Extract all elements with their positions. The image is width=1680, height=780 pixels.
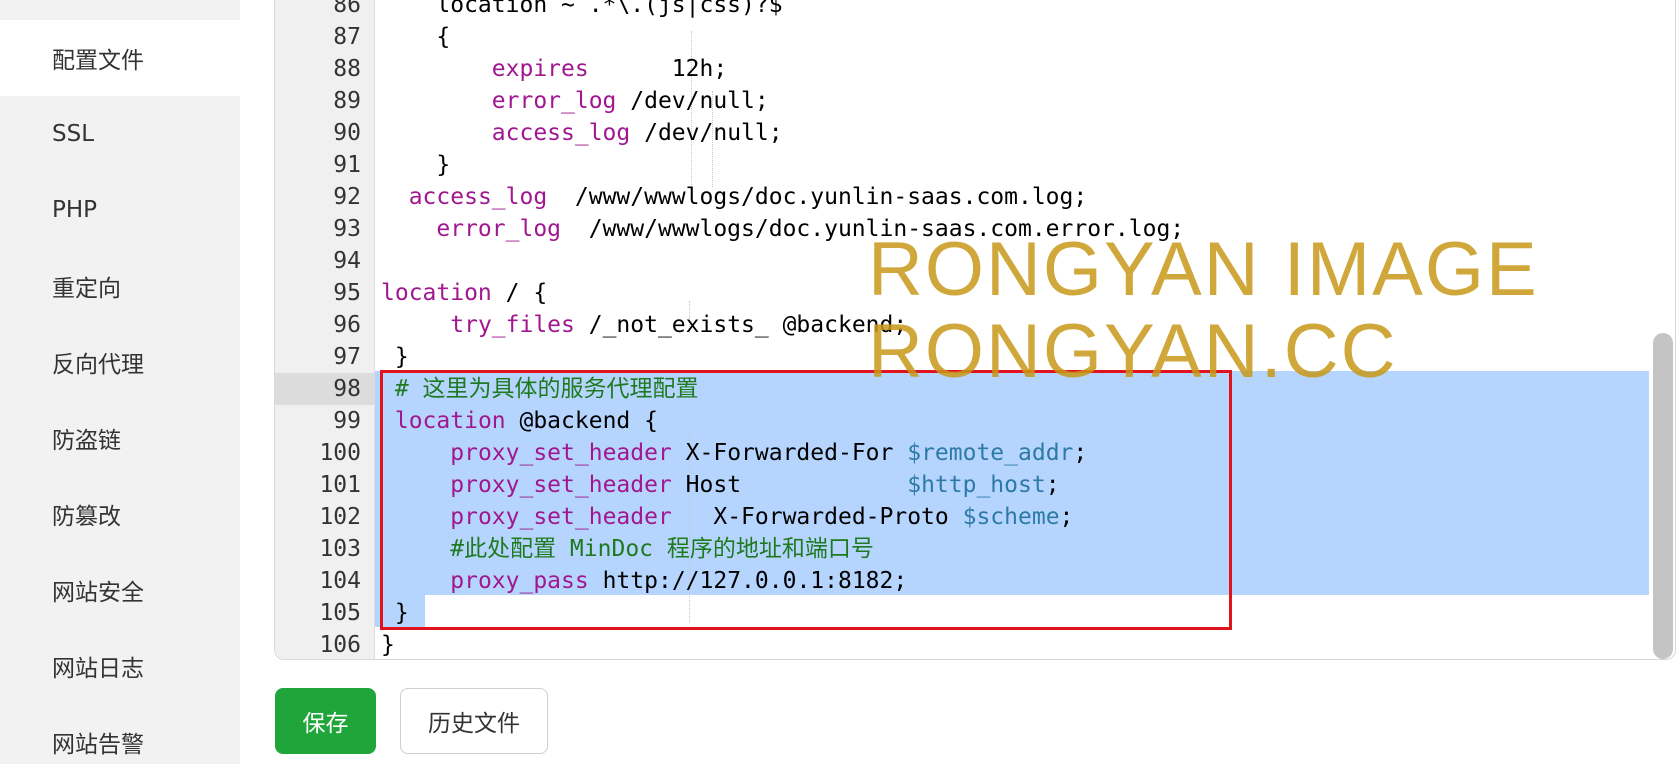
code-text: proxy_set_header X-Forwarded-For $remote…: [450, 440, 1088, 466]
sidebar-item-label: SSL: [52, 121, 95, 147]
sidebar-item-label: 反向代理: [52, 352, 144, 378]
line-number: 103: [319, 536, 361, 562]
sidebar-item-site-alerts[interactable]: 网站告警: [0, 704, 240, 780]
code-text: {: [381, 24, 451, 50]
line-number: 94: [333, 248, 361, 274]
code-text: error_log /www/wwwlogs/doc.yunlin-saas.c…: [436, 216, 1185, 242]
code-line[interactable]: 87 {: [275, 21, 1675, 53]
code-line[interactable]: 97 }: [275, 341, 1675, 373]
line-number: 98: [275, 373, 374, 405]
line-number: 88: [333, 56, 361, 82]
sidebar-item-label: 网站日志: [52, 656, 144, 682]
code-line[interactable]: 104 proxy_pass http://127.0.0.1:8182;: [275, 565, 1675, 597]
code-line[interactable]: 100 proxy_set_header X-Forwarded-For $re…: [275, 437, 1675, 469]
code-text: location ~ .*\.(js|css)?$: [381, 0, 783, 18]
code-text: proxy_pass http://127.0.0.1:8182;: [450, 568, 908, 594]
line-number: 91: [333, 152, 361, 178]
code-text: }: [381, 632, 395, 658]
line-number: 86: [333, 0, 361, 18]
line-number: 87: [333, 24, 361, 50]
code-text: # 这里为具体的服务代理配置: [381, 376, 699, 402]
line-number: 105: [319, 600, 361, 626]
code-line[interactable]: 98 # 这里为具体的服务代理配置: [275, 373, 1675, 405]
line-number: 92: [333, 184, 361, 210]
sidebar-item-site-logs[interactable]: 网站日志: [0, 628, 240, 704]
vertical-scrollbar[interactable]: [1653, 333, 1673, 659]
line-number: 102: [319, 504, 361, 530]
code-line[interactable]: 89 error_log /dev/null;: [275, 85, 1675, 117]
code-text: #此处配置 MinDoc 程序的地址和端口号: [381, 536, 874, 562]
sidebar-item-label: 防篡改: [52, 504, 121, 530]
code-line[interactable]: 105 }: [275, 597, 1675, 629]
sidebar-item-redirect[interactable]: 重定向: [0, 248, 240, 324]
line-number: 101: [319, 472, 361, 498]
code-line[interactable]: 91 }: [275, 149, 1675, 181]
line-number: 89: [333, 88, 361, 114]
line-number: 95: [333, 280, 361, 306]
sidebar-item-tamper-protection[interactable]: 防篡改: [0, 476, 240, 552]
line-number: 90: [333, 120, 361, 146]
code-text: }: [381, 344, 409, 370]
code-text: }: [381, 152, 451, 178]
code-text: proxy_set_header Host $http_host;: [450, 472, 1060, 498]
save-button[interactable]: 保存: [275, 688, 376, 754]
code-editor[interactable]: 86 location ~ .*\.(js|css)?$ 87 {88 expir…: [274, 0, 1676, 660]
code-line[interactable]: 99 location @backend {: [275, 405, 1675, 437]
line-number: 97: [333, 344, 361, 370]
line-number: 104: [319, 568, 361, 594]
sidebar-item-label: 防盗链: [52, 428, 121, 454]
sidebar-item-php[interactable]: PHP: [0, 172, 240, 248]
sidebar-item-config-file[interactable]: 配置文件: [0, 20, 240, 96]
code-line[interactable]: 94: [275, 245, 1675, 277]
sidebar-item-site-security[interactable]: 网站安全: [0, 552, 240, 628]
sidebar-item-reverse-proxy[interactable]: 反向代理: [0, 324, 240, 400]
code-text: location @backend {: [394, 408, 658, 434]
sidebar-item-label: PHP: [52, 197, 98, 223]
line-number: 106: [319, 632, 361, 658]
line-number: 100: [319, 440, 361, 466]
sidebar-item-label: 网站安全: [52, 580, 144, 606]
code-line[interactable]: 96 try_files /_not_exists_ @backend;: [275, 309, 1675, 341]
sidebar-item-hotlink-protection[interactable]: 防盗链: [0, 400, 240, 476]
sidebar-item-label: 重定向: [52, 276, 121, 302]
history-files-button[interactable]: 历史文件: [400, 688, 548, 754]
line-number: 96: [333, 312, 361, 338]
sidebar-item-ssl[interactable]: SSL: [0, 96, 240, 172]
code-text: }: [381, 600, 409, 626]
code-line[interactable]: 92 access_log /www/wwwlogs/doc.yunlin-sa…: [275, 181, 1675, 213]
code-line[interactable]: 102 proxy_set_header X-Forwarded-Proto $…: [275, 501, 1675, 533]
line-number: 93: [333, 216, 361, 242]
code-text: proxy_set_header X-Forwarded-Proto $sche…: [450, 504, 1074, 530]
code-line[interactable]: 86 location ~ .*\.(js|css)?$: [275, 0, 1675, 21]
code-line[interactable]: 88 expires 12h;: [275, 53, 1675, 85]
code-line[interactable]: 106}: [275, 629, 1675, 659]
code-line[interactable]: 101 proxy_set_header Host $http_host;: [275, 469, 1675, 501]
code-line[interactable]: 90 access_log /dev/null;: [275, 117, 1675, 149]
code-text: expires 12h;: [491, 56, 728, 82]
code-line[interactable]: 93 error_log /www/wwwlogs/doc.yunlin-saa…: [275, 213, 1675, 245]
code-line[interactable]: 95 location / {: [275, 277, 1675, 309]
sidebar-item-label: 网站告警: [52, 732, 144, 758]
sidebar: 配置文件 SSL PHP 重定向 反向代理 防盗链 防篡改 网站安全 网站日志 …: [0, 0, 240, 764]
code-text: access_log /www/wwwlogs/doc.yunlin-saas.…: [408, 184, 1088, 210]
code-text: location / {: [381, 280, 548, 306]
code-line[interactable]: 103 #此处配置 MinDoc 程序的地址和端口号: [275, 533, 1675, 565]
sidebar-item-label: 配置文件: [52, 48, 144, 74]
code-text: try_files /_not_exists_ @backend;: [450, 312, 908, 338]
code-text: error_log /dev/null;: [491, 88, 769, 114]
code-text: access_log /dev/null;: [491, 120, 783, 146]
line-number: 99: [333, 408, 361, 434]
